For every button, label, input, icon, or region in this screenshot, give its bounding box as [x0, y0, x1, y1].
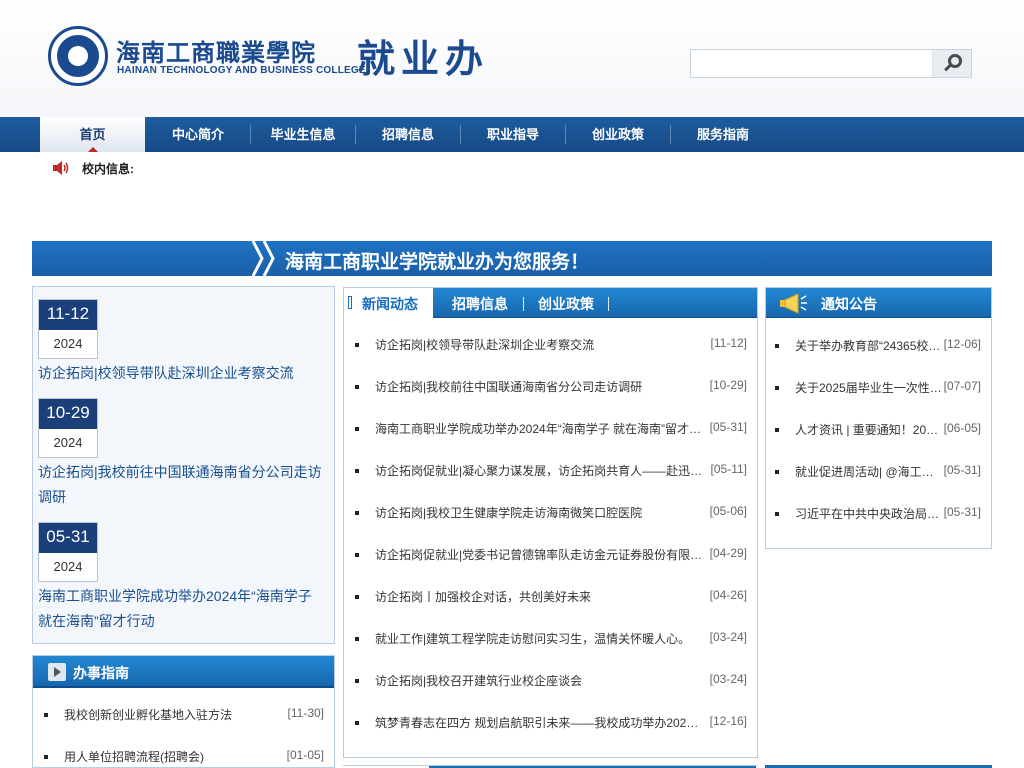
news-item[interactable]: 访企拓岗|我校召开建筑行业校企座谈会 [03-24] [355, 672, 747, 688]
announcement-date: [06-05] [943, 421, 981, 435]
search-button[interactable] [932, 50, 971, 77]
nav-item-graduates[interactable]: 毕业生信息 [251, 117, 355, 152]
school-name-en: HAINAN TECHNOLOGY AND BUSINESS COLLEGE [117, 65, 366, 76]
school-name-cn: 海南工商職業學院 [116, 38, 316, 67]
list-item-date: [01-05] [286, 748, 324, 762]
featured-title[interactable]: 海南工商职业学院成功举办2024年“海南学子 就在海南”留才行动 [38, 584, 328, 634]
news-panel: 新闻动态 招聘信息 创业政策 访企拓岗|校领导带队赴深圳企业考察交流 [11-1… [343, 287, 758, 758]
search-box [690, 49, 972, 78]
nav-item-career-guidance[interactable]: 职业指导 [461, 117, 565, 152]
list-item-text[interactable]: 用人单位招聘流程(招聘会) [64, 748, 264, 765]
news-item[interactable]: 海南工商职业学院成功举办2024年“海南学子 就在海南”留才… [05-31] [355, 420, 747, 436]
megaphone-icon [780, 293, 807, 314]
announcement-text[interactable]: 人才资讯 | 重要通知！20… [795, 421, 943, 438]
nav-item-entrepreneurship[interactable]: 创业政策 [566, 117, 670, 152]
header: 海南工商職業學院 HAINAN TECHNOLOGY AND BUSINESS … [0, 0, 1024, 117]
news-item-text[interactable]: 访企拓岗促就业|凝心聚力谋发展，访企拓岗共育人——赴迅… [375, 462, 705, 479]
nav-item-about[interactable]: 中心简介 [146, 117, 250, 152]
news-item-date: [10-29] [709, 378, 747, 392]
announcement-item[interactable]: 关于2025届毕业生一次性… [07-07] [775, 379, 981, 395]
banner-text: 海南工商职业学院就业办为您服务！ [285, 252, 590, 273]
announcements-panel: 通知公告 关于举办教育部“24365校… [12-06] 关于2025届毕业生一… [765, 287, 992, 549]
service-guide-title: 办事指南 [73, 665, 129, 681]
tab-recruitment[interactable]: 招聘信息 [452, 294, 508, 314]
announcement-date: [05-31] [943, 505, 981, 519]
tab-news-updates[interactable]: 新闻动态 [344, 288, 433, 318]
list-item-text[interactable]: 我校创新创业孵化基地入驻方法 [64, 706, 264, 723]
announcement-text[interactable]: 关于2025届毕业生一次性… [795, 379, 943, 396]
featured-title[interactable]: 访企拓岗|校领导带队赴深圳企业考察交流 [38, 361, 328, 386]
news-item-text[interactable]: 访企拓岗促就业|党委书记曾德锦率队走访金元证券股份有限… [375, 546, 705, 563]
date-badge: 10-29 2024 [38, 398, 98, 458]
date-badge: 05-31 2024 [38, 522, 98, 582]
announcements-header: 通知公告 [766, 288, 991, 318]
news-item[interactable]: 访企拓岗|校领导带队赴深圳企业考察交流 [11-12] [355, 336, 747, 352]
news-item[interactable]: 筑梦青春志在四方 规划启航职引未来——我校成功举办2023… [12-16] [355, 714, 747, 730]
news-item[interactable]: 访企拓岗丨加强校企对话，共创美好未来 [04-26] [355, 588, 747, 604]
nav-item-service-guide[interactable]: 服务指南 [671, 117, 775, 152]
play-icon [48, 663, 66, 681]
announcement-item[interactable]: 人才资讯 | 重要通知！20… [06-05] [775, 421, 981, 437]
main-nav: 首页 中心简介 毕业生信息 招聘信息 职业指导 创业政策 服务指南 [0, 117, 1024, 152]
news-item-date: [05-06] [709, 504, 747, 518]
service-guide-panel: 办事指南 我校创新创业孵化基地入驻方法 [11-30] 用人单位招聘流程(招聘会… [32, 655, 335, 768]
announcements-title: 通知公告 [821, 296, 877, 312]
news-item-text[interactable]: 就业工作|建筑工程学院走访慰问实习生，温情关怀暖人心。 [375, 630, 705, 647]
news-item-date: [04-26] [709, 588, 747, 602]
featured-title[interactable]: 访企拓岗|我校前往中国联通海南省分公司走访调研 [38, 460, 328, 510]
news-item-date: [05-11] [710, 462, 747, 476]
news-item[interactable]: 访企拓岗促就业|凝心聚力谋发展，访企拓岗共育人——赴迅… [05-11] [355, 462, 747, 478]
list-item[interactable]: 我校创新创业孵化基地入驻方法 [11-30] [44, 706, 324, 722]
news-item[interactable]: 访企拓岗|我校卫生健康学院走访海南微笑口腔医院 [05-06] [355, 504, 747, 520]
date-day: 05-31 [39, 523, 97, 553]
news-item-date: [12-16] [709, 714, 747, 728]
nav-item-recruitment[interactable]: 招聘信息 [356, 117, 460, 152]
news-item-text[interactable]: 访企拓岗|校领导带队赴深圳企业考察交流 [375, 336, 705, 353]
list-item[interactable]: 用人单位招聘流程(招聘会) [01-05] [44, 748, 324, 764]
news-tabs: 新闻动态 招聘信息 创业政策 [344, 288, 757, 318]
double-chevron-icon [251, 241, 275, 276]
news-item-text[interactable]: 访企拓岗|我校前往中国联通海南省分公司走访调研 [375, 378, 705, 395]
news-item-text[interactable]: 访企拓岗|我校召开建筑行业校企座谈会 [375, 672, 705, 689]
news-item[interactable]: 就业工作|建筑工程学院走访慰问实习生，温情关怀暖人心。 [03-24] [355, 630, 747, 646]
office-title: 就业办 [357, 36, 490, 81]
news-item-date: [05-31] [709, 420, 747, 434]
announcement-item[interactable]: 关于举办教育部“24365校… [12-06] [775, 337, 981, 353]
announcement-text[interactable]: 就业促进周活动| @海工… [795, 463, 943, 480]
date-year: 2024 [53, 559, 83, 574]
search-input[interactable] [693, 52, 931, 75]
news-item-date: [04-29] [709, 546, 747, 560]
tab-label: 新闻动态 [362, 296, 418, 312]
news-item[interactable]: 访企拓岗促就业|党委书记曾德锦率队走访金元证券股份有限… [04-29] [355, 546, 747, 562]
news-item-text[interactable]: 海南工商职业学院成功举办2024年“海南学子 就在海南”留才… [375, 420, 705, 437]
news-item-date: [03-24] [709, 630, 747, 644]
list-item-date: [11-30] [287, 706, 324, 720]
news-item-text[interactable]: 访企拓岗丨加强校企对话，共创美好未来 [375, 588, 705, 605]
news-item-text[interactable]: 筑梦青春志在四方 规划启航职引未来——我校成功举办2023… [375, 714, 705, 731]
announcement-date: [12-06] [943, 337, 981, 351]
news-item-text[interactable]: 访企拓岗|我校卫生健康学院走访海南微笑口腔医院 [375, 504, 705, 521]
featured-news-panel: 11-12 2024 访企拓岗|校领导带队赴深圳企业考察交流 10-29 202… [32, 286, 335, 644]
announcement-item[interactable]: 就业促进周活动| @海工… [05-31] [775, 463, 981, 479]
news-item-date: [03-24] [709, 672, 747, 686]
news-item-date: [11-12] [710, 336, 747, 350]
speaker-icon [53, 161, 69, 175]
announcement-text[interactable]: 习近平在中共中央政治局… [795, 505, 943, 522]
announcement-date: [07-07] [943, 379, 981, 393]
news-item[interactable]: 访企拓岗|我校前往中国联通海南省分公司走访调研 [10-29] [355, 378, 747, 394]
announcement-text[interactable]: 关于举办教育部“24365校… [795, 337, 943, 354]
service-guide-header: 办事指南 [33, 656, 334, 688]
date-day: 11-12 [39, 300, 97, 330]
school-seal-logo[interactable] [48, 26, 108, 86]
date-badge: 11-12 2024 [38, 299, 98, 359]
announcement-date: [05-31] [943, 463, 981, 477]
date-day: 10-29 [39, 399, 97, 429]
nav-item-home[interactable]: 首页 [40, 117, 145, 152]
announcement-item[interactable]: 习近平在中共中央政治局… [05-31] [775, 505, 981, 521]
date-year: 2024 [53, 336, 83, 351]
date-year: 2024 [53, 435, 83, 450]
tab-entrepreneurship[interactable]: 创业政策 [538, 294, 594, 314]
campus-notice-label: 校内信息: [82, 162, 134, 176]
service-banner: 海南工商职业学院就业办为您服务！ [32, 241, 992, 276]
